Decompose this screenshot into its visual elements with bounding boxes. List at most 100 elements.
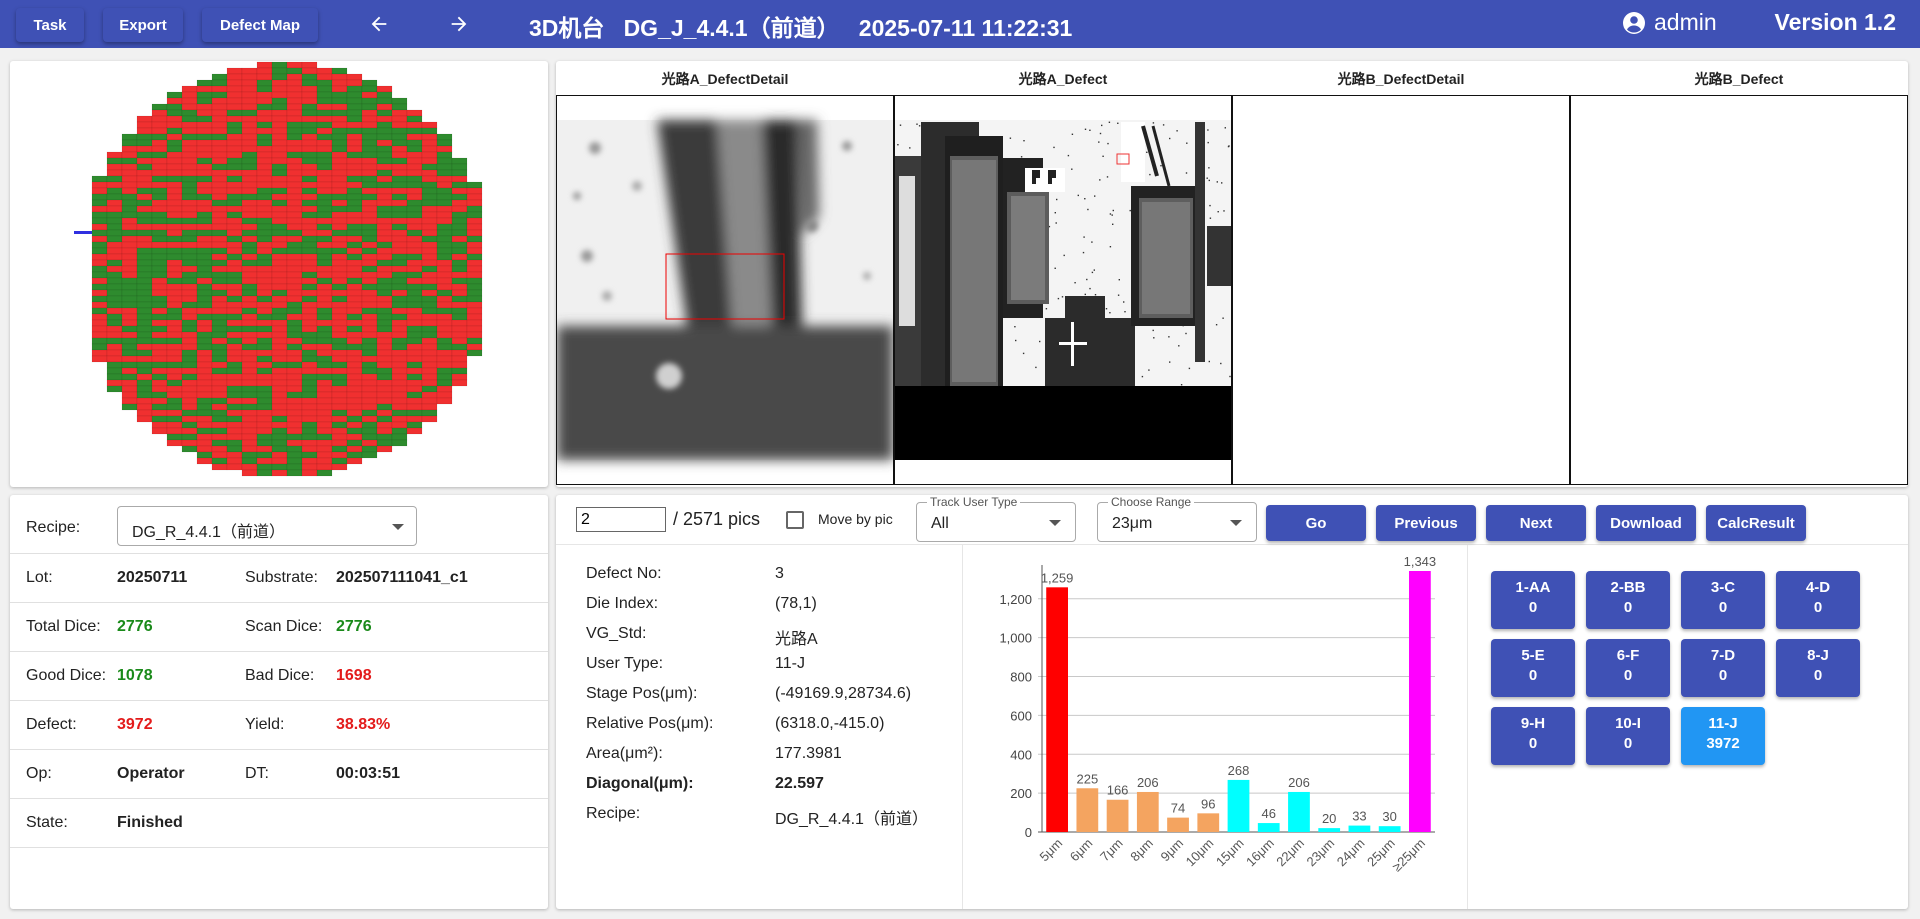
back-arrow-icon[interactable] — [364, 10, 394, 38]
wafer-die[interactable] — [106, 247, 123, 255]
wafer-die[interactable] — [331, 445, 348, 453]
wafer-die[interactable] — [166, 229, 183, 237]
wafer-die[interactable] — [241, 217, 258, 225]
wafer-die[interactable] — [181, 103, 198, 111]
wafer-die[interactable] — [106, 301, 123, 309]
wafer-die[interactable] — [211, 235, 228, 243]
wafer-die[interactable] — [316, 295, 333, 303]
wafer-die[interactable] — [406, 139, 423, 147]
wafer-die[interactable] — [166, 199, 183, 207]
wafer-die[interactable] — [331, 133, 348, 141]
wafer-die[interactable] — [316, 403, 333, 411]
wafer-die[interactable] — [106, 187, 123, 195]
wafer-die[interactable] — [106, 349, 123, 357]
wafer-die[interactable] — [181, 397, 198, 405]
wafer-die[interactable] — [241, 229, 258, 237]
wafer-die[interactable] — [241, 73, 258, 81]
wafer-die[interactable] — [226, 379, 243, 387]
bar[interactable] — [1409, 571, 1431, 832]
wafer-die[interactable] — [331, 73, 348, 81]
wafer-die[interactable] — [361, 445, 378, 453]
wafer-die[interactable] — [196, 403, 213, 411]
wafer-die[interactable] — [196, 157, 213, 165]
wafer-die[interactable] — [316, 145, 333, 153]
wafer-die[interactable] — [346, 409, 363, 417]
wafer-die[interactable] — [376, 433, 393, 441]
wafer-die[interactable] — [391, 205, 408, 213]
wafer-die[interactable] — [271, 361, 288, 369]
wafer-die[interactable] — [181, 349, 198, 357]
wafer-die[interactable] — [241, 343, 258, 351]
wafer-die[interactable] — [151, 385, 168, 393]
wafer-die[interactable] — [391, 157, 408, 165]
wafer-die[interactable] — [316, 391, 333, 399]
wafer-die[interactable] — [421, 367, 438, 375]
wafer-die[interactable] — [256, 391, 273, 399]
wafer-die[interactable] — [121, 169, 138, 177]
wafer-die[interactable] — [196, 271, 213, 279]
wafer-die[interactable] — [271, 205, 288, 213]
wafer-die[interactable] — [331, 439, 348, 447]
wafer-die[interactable] — [166, 91, 183, 99]
wafer-die[interactable] — [301, 283, 318, 291]
wafer-die[interactable] — [346, 283, 363, 291]
wafer-die[interactable] — [181, 235, 198, 243]
bar[interactable] — [1257, 823, 1280, 832]
wafer-die[interactable] — [421, 145, 438, 153]
wafer-die[interactable] — [136, 163, 153, 171]
wafer-die[interactable] — [256, 439, 273, 447]
wafer-die[interactable] — [361, 385, 378, 393]
wafer-die[interactable] — [406, 379, 423, 387]
wafer-die[interactable] — [136, 253, 153, 261]
wafer-die[interactable] — [346, 325, 363, 333]
wafer-die[interactable] — [226, 85, 243, 93]
wafer-die[interactable] — [196, 343, 213, 351]
wafer-die[interactable] — [226, 169, 243, 177]
wafer-die[interactable] — [241, 433, 258, 441]
wafer-die[interactable] — [226, 307, 243, 315]
previous-button[interactable]: Previous — [1376, 505, 1476, 541]
wafer-die[interactable] — [196, 433, 213, 441]
wafer-die[interactable] — [286, 295, 303, 303]
wafer-die[interactable] — [271, 157, 288, 165]
wafer-die[interactable] — [241, 415, 258, 423]
wafer-die[interactable] — [451, 307, 468, 315]
wafer-die[interactable] — [226, 337, 243, 345]
wafer-die[interactable] — [151, 121, 168, 129]
wafer-die[interactable] — [151, 337, 168, 345]
wafer-die[interactable] — [316, 469, 333, 477]
wafer-die[interactable] — [361, 199, 378, 207]
wafer-die[interactable] — [436, 223, 453, 231]
wafer-die[interactable] — [211, 91, 228, 99]
wafer-die[interactable] — [361, 397, 378, 405]
wafer-die[interactable] — [226, 301, 243, 309]
defect-map-button[interactable]: Defect Map — [202, 8, 318, 42]
wafer-die[interactable] — [196, 277, 213, 285]
wafer-die[interactable] — [466, 277, 483, 285]
wafer-die[interactable] — [106, 163, 123, 171]
wafer-die[interactable] — [211, 211, 228, 219]
wafer-die[interactable] — [376, 409, 393, 417]
wafer-die[interactable] — [256, 343, 273, 351]
wafer-die[interactable] — [316, 409, 333, 417]
wafer-die[interactable] — [301, 157, 318, 165]
wafer-die[interactable] — [421, 121, 438, 129]
wafer-die[interactable] — [391, 193, 408, 201]
wafer-die[interactable] — [391, 277, 408, 285]
wafer-die[interactable] — [421, 319, 438, 327]
wafer-die[interactable] — [361, 265, 378, 273]
wafer-die[interactable] — [301, 301, 318, 309]
wafer-die[interactable] — [256, 67, 273, 75]
wafer-die[interactable] — [346, 433, 363, 441]
wafer-die[interactable] — [346, 151, 363, 159]
wafer-die[interactable] — [106, 337, 123, 345]
wafer-die[interactable] — [466, 319, 483, 327]
wafer-die[interactable] — [376, 199, 393, 207]
wafer-die[interactable] — [91, 313, 108, 321]
wafer-die[interactable] — [346, 295, 363, 303]
wafer-die[interactable] — [121, 385, 138, 393]
wafer-die[interactable] — [211, 283, 228, 291]
wafer-die[interactable] — [466, 181, 483, 189]
wafer-die[interactable] — [196, 427, 213, 435]
wafer-die[interactable] — [361, 139, 378, 147]
